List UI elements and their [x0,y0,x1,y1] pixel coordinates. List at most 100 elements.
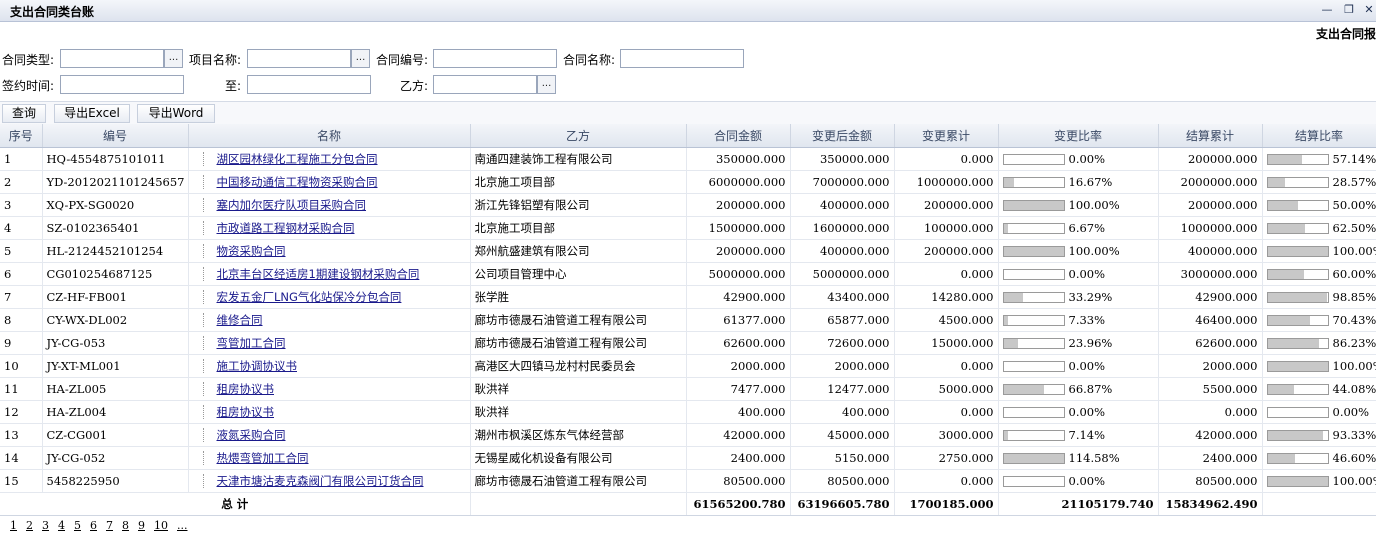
table-row[interactable]: 6 CG010254687125 北京丰台区经适房1期建设钢材采购合同 公司项目管理中… [0,262,1376,286]
row-amount: 80500.000 [686,469,791,493]
table-row[interactable]: 9 JY-CG-053 弯管加工合同 廊坊市德晟石油管道工程有限公司 62600.000… [0,331,1376,355]
settle-ratio-bar [1266,429,1329,441]
row-no: 13 [0,423,43,447]
contract-name-link[interactable]: 施工协调协议书 [217,359,298,373]
settle-ratio-bar [1266,176,1329,188]
contract-name-link[interactable]: 塞内加尔医疗队项目采购合同 [217,198,367,212]
contract-name-link[interactable]: 热煨弯管加工合同 [217,451,309,465]
sign-time-end-input[interactable] [247,75,371,94]
row-change-ratio-cell: 7.33% [998,308,1159,332]
contract-name-link[interactable]: 天津市塘沽麦克森阀门有限公司订货合同 [217,474,424,488]
table-row[interactable]: 1 HQ-4554875101011 湖区园林绿化工程施工分包合同 南通四建装饰工程有… [0,147,1376,171]
col-header-settle-total[interactable]: 结算累计 [1158,124,1263,148]
contract-name-input[interactable] [620,49,744,68]
change-ratio-bar [1002,452,1065,464]
project-name-input[interactable] [247,49,351,68]
restore-icon[interactable]: ❐ [1342,3,1356,17]
row-settle-total: 0.000 [1158,400,1263,424]
col-header-settle-ratio[interactable]: 结算比率 [1262,124,1376,148]
row-party: 公司项目管理中心 [470,262,687,286]
table-row[interactable]: 15 5458225950 天津市塘沽麦克森阀门有限公司订货合同 廊坊市德晟石油管道工… [0,469,1376,493]
page-link[interactable]: 3 [42,519,49,532]
contract-type-input[interactable] [60,49,164,68]
page-link[interactable]: 1 [10,519,17,532]
page-link[interactable]: 5 [74,519,81,532]
contract-name-link[interactable]: 租房协议书 [217,382,275,396]
contract-name-link[interactable]: 宏发五金厂LNG气化站保冷分包合同 [217,290,402,304]
col-header-change-total[interactable]: 变更累计 [894,124,999,148]
window-title: 支出合同类台账 [10,5,95,19]
project-name-label: 项目名称: [189,53,242,67]
query-button[interactable]: 查询 [2,104,46,123]
minimize-icon[interactable]: — [1320,3,1334,17]
row-no: 6 [0,262,43,286]
page-link[interactable]: 7 [106,519,113,532]
row-change-ratio-cell: 114.58% [998,446,1159,470]
col-header-name[interactable]: 名称 [188,124,471,148]
table-row[interactable]: 8 CY-WX-DL002 维修合同 廊坊市德晟石油管道工程有限公司 61377.000… [0,308,1376,332]
party-b-input[interactable] [433,75,537,94]
table-row[interactable]: 7 CZ-HF-FB001 宏发五金厂LNG气化站保冷分包合同 张学胜 42900.00… [0,285,1376,309]
export-word-button[interactable]: 导出Word [137,104,215,123]
contract-name-link[interactable]: 市政道路工程钢材采购合同 [217,221,355,235]
row-no: 2 [0,170,43,194]
settle-ratio-text: 46.60% [1332,451,1376,465]
sign-time-start-input[interactable] [60,75,184,94]
totals-settle-amount: 21105179.740 [998,492,1159,516]
project-name-browse-button[interactable]: ... [351,49,370,68]
row-change-total: 100000.000 [894,216,999,240]
col-header-change-ratio[interactable]: 变更比率 [998,124,1159,148]
table-row[interactable]: 4 SZ-0102365401 市政道路工程钢材采购合同 北京施工项目部 1500000… [0,216,1376,240]
page-link[interactable]: 8 [122,519,129,532]
contract-name-link[interactable]: 弯管加工合同 [217,336,286,350]
settle-ratio-text: 44.08% [1332,382,1376,396]
page-link[interactable]: 6 [90,519,97,532]
settle-ratio-text: 60.00% [1332,267,1376,281]
row-code: CZ-CG001 [42,423,189,447]
col-header-amount[interactable]: 合同金额 [686,124,791,148]
contract-name-link[interactable]: 湖区园林绿化工程施工分包合同 [217,152,378,166]
table-row[interactable]: 5 HL-2124452101254 物资采购合同 郑州航盛建筑有限公司 200000.… [0,239,1376,263]
export-excel-button[interactable]: 导出Excel [54,104,130,123]
table-row[interactable]: 3 XQ-PX-SG0020 塞内加尔医疗队项目采购合同 浙江先锋铝塑有限公司 2000… [0,193,1376,217]
contract-name-link[interactable]: 维修合同 [217,313,263,327]
page-link[interactable]: 2 [26,519,33,532]
page-link[interactable]: 4 [58,519,65,532]
row-name-cell: 塞内加尔医疗队项目采购合同 [188,193,471,217]
col-header-changed-amount[interactable]: 变更后金额 [790,124,895,148]
contract-no-input[interactable] [433,49,557,68]
contract-name-link[interactable]: 北京丰台区经适房1期建设钢材采购合同 [217,267,420,281]
table-row[interactable]: 10 JY-XT-ML001 施工协调协议书 高港区大四镇马龙村村民委员会 2000.0… [0,354,1376,378]
change-ratio-text: 100.00% [1068,244,1120,258]
col-header-code[interactable]: 编号 [42,124,189,148]
row-change-ratio-cell: 7.14% [998,423,1159,447]
table-row[interactable]: 12 HA-ZL004 租房协议书 耿洪祥 400.000 400.000 0.000 0.0… [0,400,1376,424]
page-link[interactable]: 9 [138,519,145,532]
contract-name-link[interactable]: 租房协议书 [217,405,275,419]
page-link[interactable]: ... [177,519,188,532]
row-settle-total: 2000.000 [1158,354,1263,378]
row-amount: 2400.000 [686,446,791,470]
settle-ratio-bar [1266,406,1329,418]
table-row[interactable]: 11 HA-ZL005 租房协议书 耿洪祥 7477.000 12477.000 5000.… [0,377,1376,401]
row-party: 廊坊市德晟石油管道工程有限公司 [470,308,687,332]
table-row[interactable]: 13 CZ-CG001 液氮采购合同 潮州市枫溪区炼东气体经营部 42000.000 45… [0,423,1376,447]
party-b-browse-button[interactable]: ... [537,75,556,94]
page-link[interactable]: 10 [154,519,168,532]
col-header-party[interactable]: 乙方 [470,124,687,148]
contract-name-link[interactable]: 物资采购合同 [217,244,286,258]
row-settle-ratio-cell: 86.23% [1262,331,1376,355]
row-change-ratio-cell: 6.67% [998,216,1159,240]
change-ratio-bar [1002,429,1065,441]
contract-name-link[interactable]: 中国移动通信工程物资采购合同 [217,175,378,189]
change-ratio-text: 0.00% [1068,267,1106,281]
report-title: 支出合同报 [1315,27,1376,41]
contract-name-link[interactable]: 液氮采购合同 [217,428,286,442]
col-header-no[interactable]: 序号 [0,124,43,148]
table-header-row: 序号 编号 名称 乙方 合同金额 变更后金额 变更累计 变更比率 结算累计 结算… [0,124,1376,148]
contract-type-browse-button[interactable]: ... [164,49,183,68]
table-row[interactable]: 2 YD-2012021101245657 中国移动通信工程物资采购合同 北京施工项目… [0,170,1376,194]
close-icon[interactable]: ✕ [1362,3,1376,17]
table-row[interactable]: 14 JY-CG-052 热煨弯管加工合同 无锡星威化机设备有限公司 2400.000 5… [0,446,1376,470]
row-change-ratio-cell: 0.00% [998,147,1159,171]
